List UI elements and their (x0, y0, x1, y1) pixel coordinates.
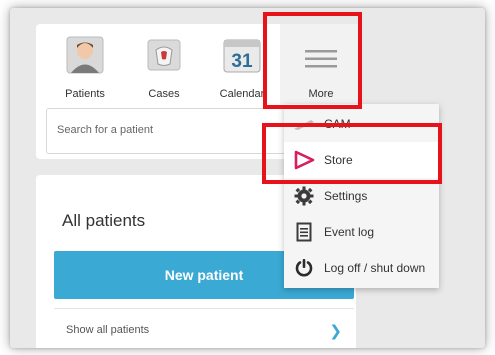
tab-calendar[interactable]: 31 Calendar (202, 24, 282, 104)
panel-title: All patients (62, 211, 146, 230)
menu-item-label: Settings (324, 189, 368, 203)
tab-patients[interactable]: Patients (46, 24, 124, 104)
tab-label: Patients (65, 88, 105, 100)
tab-label: Cases (148, 88, 180, 100)
menu-item-log-off[interactable]: Log off / shut down (284, 250, 439, 286)
tab-cases[interactable]: Cases (126, 24, 202, 104)
patient-search-input[interactable]: Search for a patient (46, 108, 286, 154)
menu-item-label: Log off / shut down (324, 261, 426, 275)
calendar-icon: 31 (222, 36, 262, 79)
gear-icon (292, 184, 316, 208)
menu-item-label: Event log (324, 225, 375, 239)
document-icon (292, 220, 316, 244)
calendar-day: 31 (231, 51, 253, 72)
app-window: Patients Cases 31 Calendar More Search f… (10, 8, 485, 348)
patient-avatar-icon (66, 36, 104, 79)
tab-more[interactable]: More (280, 24, 362, 104)
menu-item-event-log[interactable]: Event log (284, 214, 439, 250)
tooth-case-icon (146, 36, 182, 77)
menu-item-cam[interactable]: CAM (284, 106, 439, 142)
show-all-patients-link[interactable]: Show all patients ❯ (54, 308, 354, 348)
menu-item-store[interactable]: Store (284, 142, 439, 178)
menu-item-label: CAM (324, 117, 351, 131)
menu-item-label: Store (324, 153, 353, 167)
tab-label: Calendar (219, 88, 265, 100)
cam-icon (292, 112, 316, 136)
power-icon (292, 256, 316, 280)
tab-label: More (308, 88, 334, 100)
hamburger-menu-icon (304, 48, 338, 75)
show-all-label: Show all patients (66, 324, 150, 336)
more-dropdown-menu: CAM Store Settings Event log Log off / s… (284, 104, 439, 288)
store-icon (292, 148, 316, 172)
search-placeholder: Search for a patient (57, 124, 154, 136)
chevron-right-icon: ❯ (329, 323, 342, 340)
menu-item-settings[interactable]: Settings (284, 178, 439, 214)
